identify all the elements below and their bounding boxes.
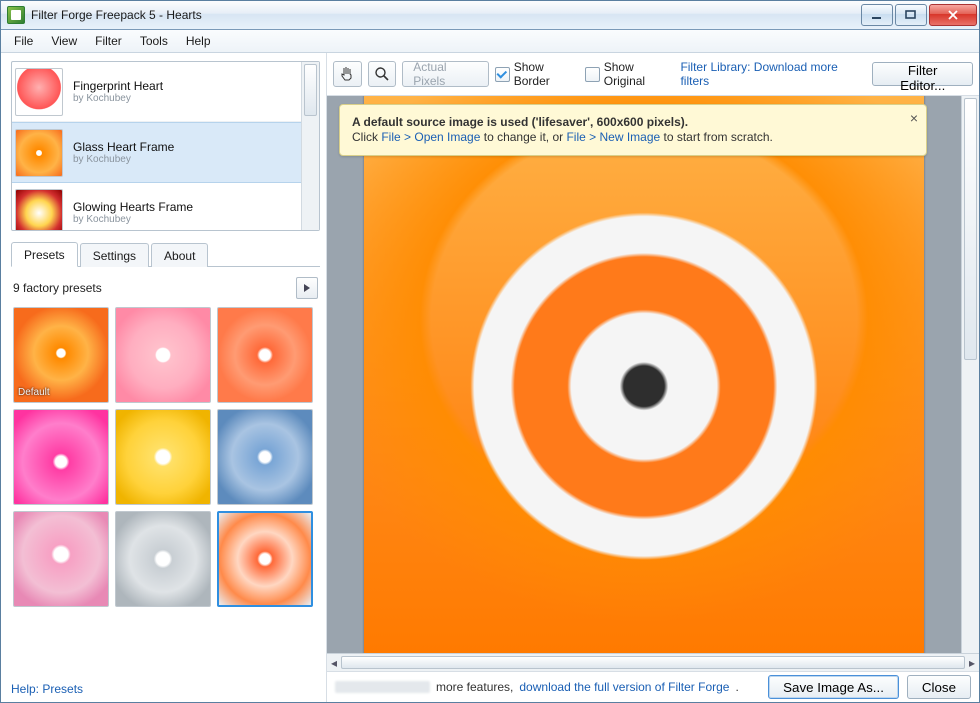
preset-thumb[interactable] [13,409,109,505]
preview-toolbar: Actual Pixels Show Border Show Original … [327,53,979,96]
tab-presets[interactable]: Presets [11,242,78,267]
save-image-as-button[interactable]: Save Image As... [768,675,899,699]
preset-thumb[interactable] [217,307,313,403]
tip-line2b: to change it, or [480,130,566,144]
presets-header: 9 factory presets [13,277,318,299]
checkbox-icon [495,67,509,82]
close-dialog-button[interactable]: Close [907,675,971,699]
footer-blurred-text [335,681,430,693]
preset-thumb[interactable]: Default [13,307,109,403]
filter-thumbnail [15,189,63,231]
maximize-button[interactable] [895,4,927,26]
menu-tools[interactable]: Tools [131,30,177,52]
show-original-checkbox[interactable]: Show Original [585,60,674,88]
tip-banner: A default source image is used ('lifesav… [339,104,927,156]
preview-image [364,96,924,653]
preset-thumb[interactable] [115,409,211,505]
zoom-tool-button[interactable] [368,61,397,87]
filter-name: Fingerprint Heart [73,79,163,93]
tip-new-image-link[interactable]: File > New Image [566,130,660,144]
filter-thumbnail [15,129,63,177]
tip-line2c: to start from scratch. [660,130,773,144]
menu-file[interactable]: File [5,30,42,52]
right-footer: more features, download the full version… [327,671,979,702]
show-border-label: Show Border [514,60,580,88]
tip-line2a: Click [352,130,381,144]
left-footer: Help: Presets [11,674,320,696]
filter-item[interactable]: Fingerprint Heart by Kochubey [12,62,301,122]
download-full-version-link[interactable]: download the full version of Filter Forg… [519,680,729,694]
content-area: Fingerprint Heart by Kochubey Glass Hear… [1,53,979,702]
filter-author: by Kochubey [73,214,193,226]
preset-thumb[interactable] [115,511,211,607]
filter-name: Glass Heart Frame [73,140,174,154]
footer-text: more features, download the full version… [335,680,760,694]
presets-grid: Default [13,307,320,607]
presets-count-label: 9 factory presets [13,281,102,295]
close-button[interactable] [929,4,977,26]
filter-author: by Kochubey [73,154,174,166]
menu-filter[interactable]: Filter [86,30,131,52]
help-presets-link[interactable]: Help: Presets [11,682,83,696]
filter-list: Fingerprint Heart by Kochubey Glass Hear… [11,61,320,231]
tip-open-image-link[interactable]: File > Open Image [381,130,480,144]
presets-play-button[interactable] [296,277,318,299]
preset-thumb[interactable] [115,307,211,403]
filter-library-link[interactable]: Filter Library: Download more filters [680,60,860,88]
minimize-button[interactable] [861,4,893,26]
preset-default-label: Default [18,387,50,398]
preview-vertical-scrollbar[interactable] [961,96,979,653]
menu-help[interactable]: Help [177,30,220,52]
menubar: File View Filter Tools Help [1,30,979,53]
show-border-checkbox[interactable]: Show Border [495,60,579,88]
checkbox-icon [585,67,599,82]
filter-author: by Kochubey [73,93,163,105]
preset-thumb[interactable] [217,409,313,505]
filter-thumbnail [15,68,63,116]
tab-about[interactable]: About [151,243,208,267]
scroll-left-icon[interactable]: ◂ [328,656,340,669]
right-panel: Actual Pixels Show Border Show Original … [327,53,979,702]
pan-tool-button[interactable] [333,61,362,87]
tip-line1: A default source image is used ('lifesav… [352,115,688,129]
app-window: Filter Forge Freepack 5 - Hearts File Vi… [0,0,980,703]
filter-name: Glowing Hearts Frame [73,200,193,214]
app-icon [7,6,25,24]
filter-item[interactable]: Glowing Hearts Frame by Kochubey [12,183,301,230]
filter-list-scrollbar[interactable] [301,62,319,230]
actual-pixels-button[interactable]: Actual Pixels [402,61,489,87]
menu-view[interactable]: View [42,30,86,52]
filter-item[interactable]: Glass Heart Frame by Kochubey [12,122,301,183]
preset-thumb[interactable] [13,511,109,607]
titlebar: Filter Forge Freepack 5 - Hearts [1,1,979,30]
preview-viewport[interactable]: A default source image is used ('lifesav… [327,96,961,653]
window-controls [859,4,977,26]
left-panel: Fingerprint Heart by Kochubey Glass Hear… [1,53,327,702]
tip-close-icon[interactable]: × [910,111,918,126]
scroll-right-icon[interactable]: ▸ [966,656,978,669]
preset-thumb[interactable] [217,511,313,607]
tab-settings[interactable]: Settings [80,243,149,267]
show-original-label: Show Original [604,60,675,88]
preview-area: A default source image is used ('lifesav… [327,96,979,653]
filter-editor-button[interactable]: Filter Editor... [872,62,973,86]
preview-horizontal-scrollbar[interactable]: ◂ ▸ [327,653,979,671]
tabs: Presets Settings About [11,241,320,267]
window-title: Filter Forge Freepack 5 - Hearts [31,8,859,22]
